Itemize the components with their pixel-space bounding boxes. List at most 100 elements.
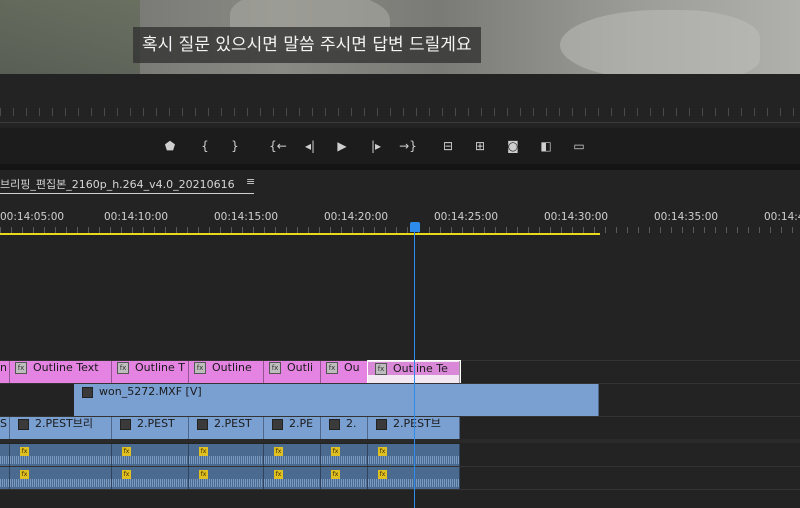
graphics-clip[interactable]: fx Outli — [264, 361, 321, 383]
playhead-handle[interactable] — [410, 222, 420, 232]
fx-icon: fx — [117, 362, 129, 374]
fx-icon: fx — [194, 362, 206, 374]
audio-clip[interactable]: fx — [189, 467, 264, 489]
playhead-line[interactable] — [414, 230, 415, 508]
track-divider — [0, 489, 800, 490]
go-to-in-icon: {← — [269, 139, 287, 153]
monitor-scrub-area[interactable] — [0, 74, 800, 128]
clip-icon — [272, 418, 283, 430]
graphics-clip[interactable]: fx Outline T — [112, 361, 189, 383]
clip-label: S — [0, 417, 7, 430]
step-back-icon: ◂| — [304, 139, 316, 153]
fx-icon: fx — [199, 447, 208, 456]
audio-clip[interactable]: fx — [264, 467, 321, 489]
audio-waveform — [10, 479, 111, 487]
track-audio-1: fx fx fx fx fx fx — [0, 444, 800, 466]
graphics-clip[interactable]: n — [0, 361, 10, 383]
video-clip[interactable]: 2.PEST — [112, 417, 189, 439]
track-audio-2: fx fx fx fx fx fx — [0, 467, 800, 489]
fx-icon: fx — [122, 447, 131, 456]
fx-icon: fx — [199, 470, 208, 479]
clip-label: 2.PEST — [137, 417, 175, 430]
graphics-clip[interactable]: fx Outline Text — [10, 361, 112, 383]
audio-clip[interactable]: fx — [10, 467, 112, 489]
audio-clip[interactable]: fx — [264, 444, 321, 466]
play-icon: ▶ — [337, 139, 347, 153]
video-clip[interactable]: won_5272.MXF [V] — [74, 384, 599, 416]
clip-label: Outline — [212, 361, 252, 374]
clip-label: Outline Te — [393, 362, 448, 375]
fx-icon: fx — [375, 363, 387, 375]
audio-clip[interactable]: fx — [10, 444, 112, 466]
monitor-mini-ruler[interactable] — [0, 108, 800, 116]
mark-in-button[interactable]: { — [195, 136, 215, 156]
mark-in-icon: { — [201, 139, 209, 153]
audio-clip[interactable]: fx — [189, 444, 264, 466]
subtitle-caption: 혹시 질문 있으시면 말씀 주시면 답변 드릴게요 — [133, 27, 481, 63]
fx-icon: fx — [274, 447, 283, 456]
video-clip[interactable]: 2.PEST — [189, 417, 264, 439]
audio-clip[interactable]: fx — [321, 467, 368, 489]
audio-waveform — [112, 479, 188, 487]
video-clip[interactable]: 2.PE — [264, 417, 321, 439]
step-forward-icon: |▸ — [370, 139, 382, 153]
transport-controls: ⬟ {} {← ◂| ▶ |▸ →} ⊟ ⊞ ◙ ◧ ▭ — [0, 128, 800, 164]
audio-clip[interactable]: fx — [112, 444, 189, 466]
clip-label: 2.PEST브 — [393, 417, 441, 430]
preview-rock — [560, 10, 760, 74]
panel-menu-icon[interactable]: ≡ — [246, 175, 255, 188]
work-area-bar[interactable] — [0, 233, 600, 235]
timecode-label: 00:14:15:00 — [214, 211, 279, 223]
clip-label: won_5272.MXF [V] — [99, 385, 202, 398]
add-marker-button[interactable]: ⬟ — [160, 136, 180, 156]
audio-waveform — [321, 456, 367, 464]
fx-icon: fx — [269, 362, 281, 374]
export-frame-button[interactable]: ◙ — [503, 136, 523, 156]
timecode-label: 00:14:4 — [764, 211, 800, 223]
camera-icon: ◙ — [507, 139, 519, 153]
preview-background — [0, 0, 140, 74]
clip-label: Ou — [344, 361, 360, 374]
safe-margins-button[interactable]: ▭ — [569, 136, 589, 156]
marker-icon: ⬟ — [164, 139, 176, 153]
audio-clip[interactable] — [0, 444, 10, 466]
audio-waveform — [189, 456, 263, 464]
fx-icon: fx — [331, 447, 340, 456]
go-to-out-icon: →} — [399, 139, 417, 153]
safe-margins-icon: ▭ — [573, 139, 585, 153]
comparison-view-button[interactable]: ◧ — [536, 136, 556, 156]
graphics-clip[interactable]: fx Outline — [189, 361, 264, 383]
graphics-clip[interactable]: fx Ou — [321, 361, 368, 383]
step-forward-button[interactable]: |▸ — [366, 136, 386, 156]
sequence-tab-underline — [0, 193, 254, 194]
timecode-label: 00:14:20:00 — [324, 211, 389, 223]
sequence-tab[interactable]: 브리핑_편집본_2160p_h.264_v4.0_20210616 — [0, 176, 241, 192]
clip-label: 2.PE — [289, 417, 314, 430]
clip-label: 2. — [346, 417, 357, 430]
video-clip[interactable]: 2. — [321, 417, 368, 439]
audio-clip[interactable]: fx — [112, 467, 189, 489]
track-video-1: S 2.PEST브리 2.PEST 2.PEST 2.PE 2. 2.PEST브 — [0, 417, 800, 439]
go-to-out-button[interactable]: →} — [398, 136, 418, 156]
clip-icon — [329, 418, 340, 430]
mark-out-button[interactable]: } — [225, 136, 245, 156]
timecode-label: 00:14:35:00 — [654, 211, 719, 223]
video-clip[interactable]: S — [0, 417, 10, 439]
audio-clip[interactable] — [0, 467, 10, 489]
track-video-2: won_5272.MXF [V] — [0, 384, 800, 416]
extract-button[interactable]: ⊞ — [470, 136, 490, 156]
clip-label: Outline T — [135, 361, 186, 374]
audio-waveform — [264, 456, 320, 464]
clip-icon — [376, 418, 387, 430]
audio-waveform — [321, 479, 367, 487]
step-back-button[interactable]: ◂| — [300, 136, 320, 156]
go-to-in-button[interactable]: {← — [268, 136, 288, 156]
timeline-panel: 브리핑_편집본_2160p_h.264_v4.0_20210616 ≡ 00:1… — [0, 170, 800, 508]
video-clip[interactable]: 2.PEST브리 — [10, 417, 112, 439]
clip-label: Outline Text — [33, 361, 99, 374]
fx-icon: fx — [15, 362, 27, 374]
audio-clip[interactable]: fx — [321, 444, 368, 466]
play-button[interactable]: ▶ — [332, 136, 352, 156]
clip-label: n — [0, 361, 7, 374]
lift-button[interactable]: ⊟ — [438, 136, 458, 156]
